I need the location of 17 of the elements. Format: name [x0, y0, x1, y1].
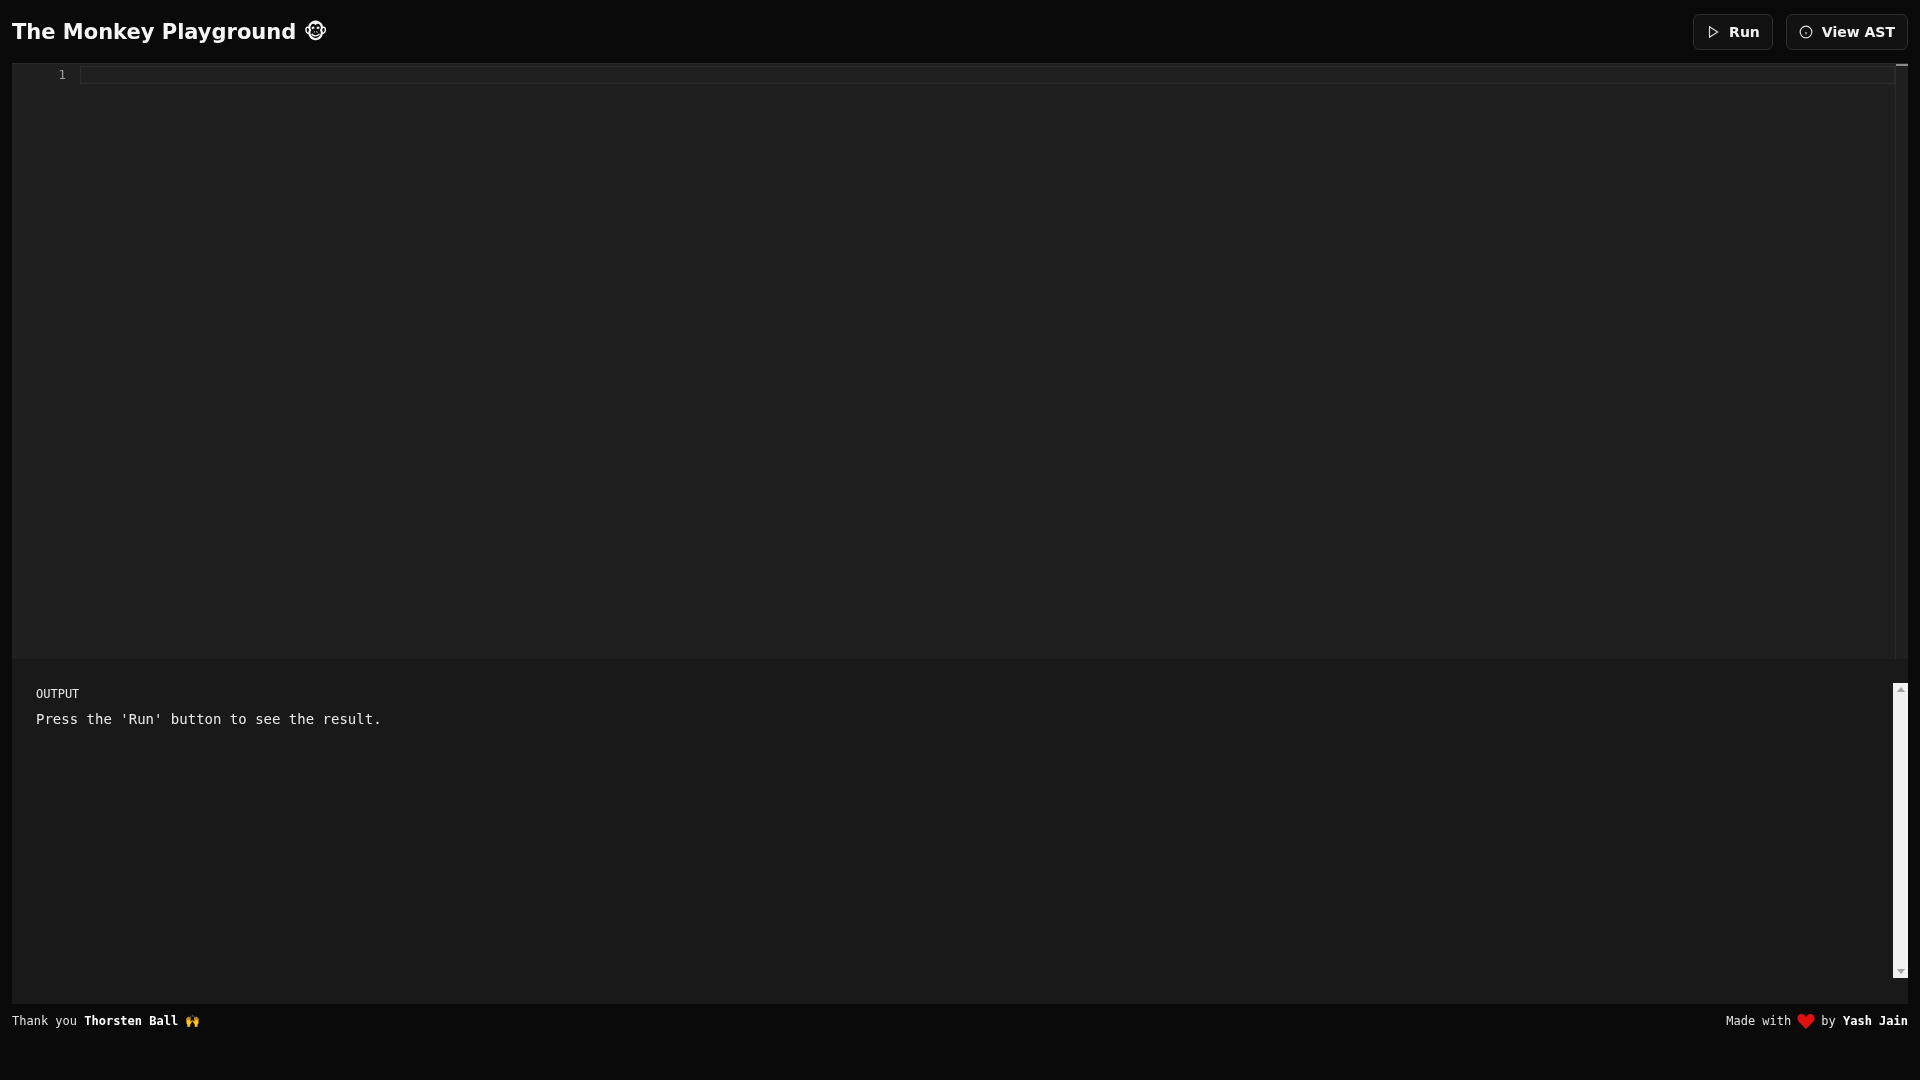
- info-icon: [1798, 24, 1813, 39]
- output-text: Press the 'Run' button to see the result.: [36, 711, 383, 727]
- app-title: The Monkey Playground 🐵: [12, 19, 328, 44]
- scrollbar[interactable]: [1893, 683, 1908, 978]
- output-label: OUTPUT: [36, 687, 81, 701]
- code-editor[interactable]: 1: [12, 63, 1908, 659]
- run-button[interactable]: Run: [1693, 13, 1773, 50]
- scroll-down-icon[interactable]: [1896, 969, 1905, 974]
- author-text: by Yash Jain: [1821, 1014, 1908, 1028]
- credit-text: Thank you Thorsten Ball 🙌: [12, 1014, 201, 1028]
- scroll-indicator: [1896, 64, 1908, 66]
- scroll-up-icon[interactable]: [1896, 687, 1905, 692]
- line-number: 1: [57, 66, 67, 84]
- made-with-text: Made with: [1726, 1014, 1792, 1028]
- view-ast-button[interactable]: View AST: [1785, 13, 1908, 50]
- heart-icon: [1797, 1013, 1816, 1029]
- play-icon: [1706, 24, 1721, 39]
